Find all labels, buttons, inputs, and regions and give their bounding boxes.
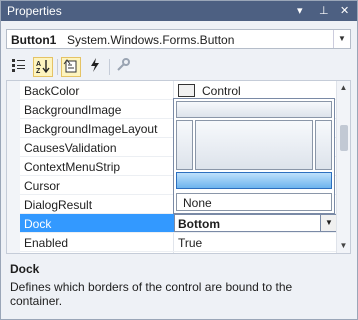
chevron-down-icon[interactable]: ▼	[333, 30, 350, 48]
grid-gutter	[7, 81, 20, 253]
description-text: Defines which borders of the control are…	[10, 280, 293, 308]
window-position-dropdown-icon[interactable]: ▾	[297, 4, 303, 17]
object-name: Button1	[11, 33, 57, 47]
alphabetical-icon[interactable]: AZ	[33, 57, 53, 77]
dock-value-field[interactable]: Bottom ▼	[174, 214, 338, 232]
svg-text:Z: Z	[36, 68, 41, 74]
property-name: CausesValidation	[24, 141, 117, 155]
pin-icon[interactable]: ⊥	[319, 4, 329, 17]
dock-bottom-button[interactable]	[176, 172, 332, 189]
property-name: BackgroundImage	[24, 103, 122, 117]
dock-right-button[interactable]	[315, 120, 332, 170]
dock-editor-dropdown: None	[173, 98, 335, 214]
property-row-dock[interactable]: Dock Bottom ▼	[20, 214, 338, 233]
vertical-scrollbar[interactable]: ▲ ▼	[336, 81, 350, 253]
dock-top-button[interactable]	[176, 101, 332, 118]
scroll-down-icon[interactable]: ▼	[337, 239, 350, 253]
property-name: BackColor	[24, 84, 80, 98]
scroll-up-icon[interactable]: ▲	[337, 81, 350, 95]
dock-none-button[interactable]: None	[176, 193, 332, 211]
properties-toolbar: AZ	[6, 55, 351, 79]
property-value[interactable]: True	[178, 236, 202, 250]
property-name: Cursor	[24, 179, 61, 193]
properties-window: Properties ▾ ⊥ ✕ Button1 System.Windows.…	[0, 0, 358, 320]
object-selector[interactable]: Button1 System.Windows.Forms.Button ▼	[6, 29, 351, 49]
categorized-icon[interactable]	[9, 57, 29, 77]
scroll-thumb[interactable]	[340, 125, 348, 151]
toolbar-separator	[57, 59, 58, 75]
dock-none-label: None	[183, 196, 212, 210]
property-name: DialogResult	[24, 198, 93, 212]
title-bar: Properties ▾ ⊥ ✕	[1, 1, 357, 21]
property-name: BackgroundImageLayout	[24, 122, 158, 136]
dock-left-button[interactable]	[176, 120, 193, 170]
property-value[interactable]: Control	[202, 84, 241, 98]
description-title: Dock	[10, 262, 40, 276]
toolbar-separator	[109, 59, 110, 75]
property-value: Bottom	[178, 217, 220, 231]
chevron-down-icon[interactable]: ▼	[320, 215, 337, 231]
property-name: Enabled	[24, 236, 69, 250]
property-row-enabled[interactable]: Enabled True	[20, 233, 338, 252]
color-swatch	[178, 84, 195, 97]
property-name: ContextMenuStrip	[24, 160, 121, 174]
svg-text:A: A	[36, 61, 41, 68]
object-type: System.Windows.Forms.Button	[67, 33, 235, 47]
property-pages-icon[interactable]	[113, 57, 133, 77]
events-icon[interactable]	[85, 57, 105, 77]
property-name: Dock	[24, 217, 52, 231]
dock-fill-button[interactable]	[195, 120, 313, 170]
window-title: Properties	[7, 4, 62, 18]
close-icon[interactable]: ✕	[340, 4, 349, 17]
description-pane: Dock Defines which borders of the contro…	[1, 259, 357, 319]
properties-icon[interactable]	[61, 57, 81, 77]
